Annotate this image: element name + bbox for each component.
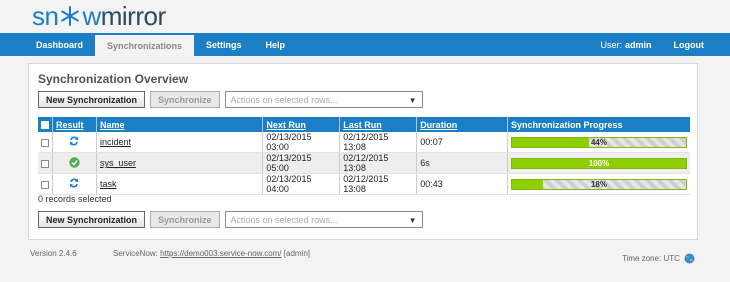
globe-icon (684, 253, 695, 264)
service-user: [admin] (283, 249, 310, 258)
page-title: Synchronization Overview (38, 72, 189, 86)
progress-label: 44% (590, 137, 607, 147)
nav-synchronizations[interactable]: Synchronizations (95, 35, 195, 56)
timezone-label: Time zone: UTC (622, 254, 680, 263)
row-checkbox[interactable] (41, 180, 49, 189)
app-version: Version 2.4.6 (30, 249, 77, 258)
header-next-run[interactable]: Next Run (262, 117, 340, 132)
current-user: User: admin (600, 33, 661, 56)
table-row: task 02/13/2015 04:00 02/12/2015 13:08 0… (38, 173, 690, 195)
actions-select[interactable]: Actions on selected rows... ▼ (224, 211, 423, 228)
chevron-down-icon: ▼ (408, 216, 417, 225)
progress-cell: 100% (507, 152, 690, 174)
duration-cell: 00:43 (416, 173, 508, 195)
header-result[interactable]: Result (52, 117, 97, 132)
snowflake-icon (61, 6, 80, 26)
next-run-cell: 02/13/2015 05:00 (262, 152, 340, 174)
next-run-cell: 02/13/2015 04:00 (262, 173, 340, 195)
name-link[interactable]: task (100, 179, 117, 189)
user-name: admin (624, 39, 652, 50)
service-url-link[interactable]: https://demo003.service-now.com/ (160, 249, 281, 258)
table-row: sys_user 02/13/2015 05:00 02/12/2015 13:… (38, 152, 690, 174)
result-cell (52, 132, 97, 153)
service-instance: ServiceNow: https://demo003.service-now.… (113, 249, 310, 258)
header-progress: Synchronization Progress (507, 117, 690, 132)
progress-bar: 18% (511, 178, 687, 190)
logout-link[interactable]: Logout (662, 33, 730, 56)
records-selected: 0 records selected (38, 194, 112, 204)
result-cell (52, 152, 97, 174)
sync-icon (70, 136, 79, 146)
progress-label: 18% (590, 179, 607, 189)
next-run-cell: 02/13/2015 03:00 (262, 132, 340, 153)
timezone-info: Time zone: UTC (622, 253, 695, 264)
chevron-down-icon: ▼ (408, 96, 417, 105)
nav-settings[interactable]: Settings (194, 33, 254, 56)
new-sync-button[interactable]: New Synchronization (38, 211, 146, 228)
name-cell: incident (95, 132, 263, 153)
progress-cell: 44% (507, 132, 690, 153)
progress-label: 100% (588, 158, 610, 168)
nav-help[interactable]: Help (254, 33, 298, 56)
progress-bar: 100% (511, 157, 687, 169)
service-prefix: ServiceNow: (113, 249, 158, 258)
last-run-cell: 02/12/2015 13:08 (339, 152, 417, 174)
new-sync-button[interactable]: New Synchronization (38, 91, 146, 108)
row-checkbox[interactable] (41, 138, 49, 147)
table-row: incident 02/13/2015 03:00 02/12/2015 13:… (38, 132, 690, 153)
duration-cell: 00:07 (416, 132, 508, 153)
name-cell: sys_user (95, 152, 263, 174)
sync-icon (70, 178, 79, 188)
synchronize-button[interactable]: Synchronize (150, 91, 220, 108)
name-link[interactable]: sys_user (100, 158, 136, 168)
header-last-run[interactable]: Last Run (339, 117, 417, 132)
sync-table: Result Name Next Run Last Run Duration S… (38, 117, 690, 195)
last-run-cell: 02/12/2015 13:08 (339, 173, 417, 195)
progress-bar: 44% (511, 136, 687, 148)
main-nav: Dashboard Synchronizations Settings Help… (0, 33, 730, 56)
snowmirror-logo: sn w mirror (32, 0, 166, 31)
progress-cell: 18% (507, 173, 690, 195)
actions-select[interactable]: Actions on selected rows... ▼ (224, 91, 423, 108)
name-cell: task (95, 173, 263, 195)
sync-overview-panel: Synchronization Overview New Synchroniza… (28, 63, 698, 240)
row-checkbox[interactable] (41, 159, 49, 168)
select-all-checkbox[interactable] (41, 121, 49, 130)
nav-dashboard[interactable]: Dashboard (0, 33, 95, 56)
last-run-cell: 02/12/2015 13:08 (339, 132, 417, 153)
synchronize-button[interactable]: Synchronize (150, 211, 220, 228)
result-cell (52, 173, 97, 195)
user-prefix: User: (600, 39, 622, 50)
header-name[interactable]: Name (95, 117, 263, 132)
actions-placeholder: Actions on selected rows... (230, 94, 338, 105)
header-duration[interactable]: Duration (416, 117, 508, 132)
toolbar-top: New Synchronization Synchronize Actions … (38, 91, 423, 108)
success-check-icon (69, 156, 80, 168)
actions-placeholder: Actions on selected rows... (230, 214, 338, 225)
duration-cell: 6s (416, 152, 508, 174)
name-link[interactable]: incident (100, 137, 131, 147)
select-all-header (38, 117, 53, 132)
toolbar-bottom: New Synchronization Synchronize Actions … (38, 211, 423, 228)
